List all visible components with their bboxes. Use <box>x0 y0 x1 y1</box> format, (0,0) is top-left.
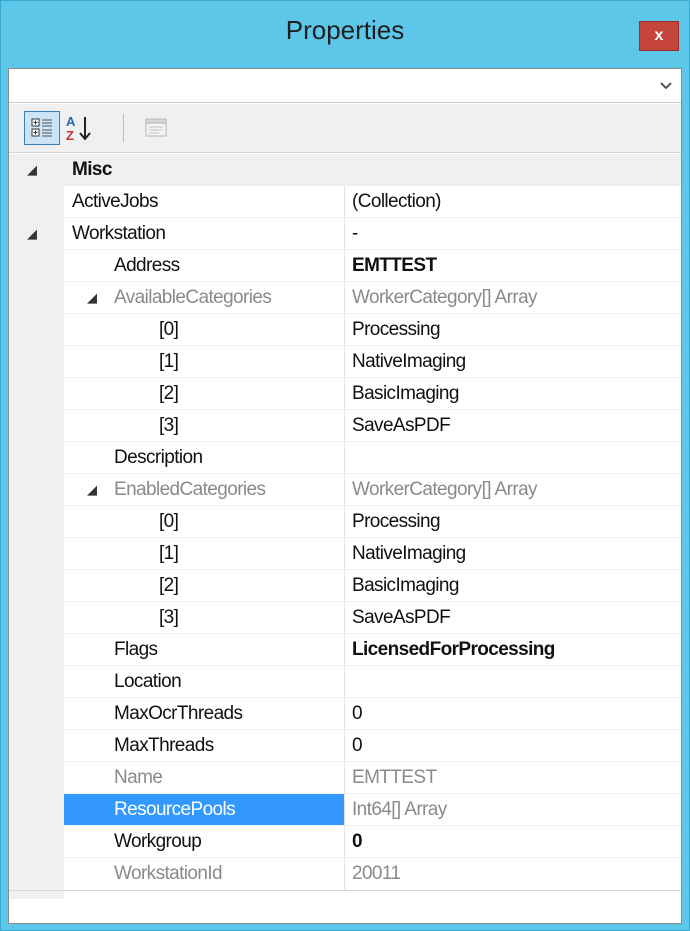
property-row[interactable]: Address EMTTEST <box>9 250 681 282</box>
property-value[interactable]: WorkerCategory[] Array <box>344 474 681 506</box>
property-row[interactable]: ◢ Workstation - <box>9 218 681 250</box>
property-name: Flags <box>114 639 158 660</box>
property-value[interactable]: 0 <box>344 698 681 730</box>
property-pages-icon <box>145 118 167 137</box>
object-selector-combo[interactable] <box>9 69 681 103</box>
array-item-row[interactable]: [0] Processing <box>9 506 681 538</box>
property-value[interactable]: NativeImaging <box>344 346 681 378</box>
property-row[interactable]: ◢ AvailableCategories WorkerCategory[] A… <box>9 282 681 314</box>
collapse-triangle-icon[interactable]: ◢ <box>27 218 37 250</box>
property-row[interactable]: Description <box>9 442 681 474</box>
property-value[interactable]: Processing <box>344 314 681 346</box>
window-title: Properties <box>285 15 405 45</box>
property-row[interactable]: Flags LicensedForProcessing <box>9 634 681 666</box>
property-name: [2] <box>159 575 179 596</box>
collapse-triangle-icon[interactable]: ◢ <box>27 154 37 186</box>
properties-panel: A Z ◢ Misc ActiveJobs (Collection) ◢ Wor… <box>8 68 682 924</box>
property-row[interactable]: Workgroup 0 <box>9 826 681 858</box>
property-name: [2] <box>159 383 179 404</box>
property-row[interactable]: Name EMTTEST <box>9 762 681 794</box>
property-grid: ◢ Misc ActiveJobs (Collection) ◢ Worksta… <box>9 154 681 899</box>
property-name: ActiveJobs <box>72 191 158 212</box>
property-value[interactable]: 0 <box>344 730 681 762</box>
array-item-row[interactable]: [3] SaveAsPDF <box>9 410 681 442</box>
property-name: [3] <box>159 415 179 436</box>
property-value[interactable]: LicensedForProcessing <box>344 634 681 666</box>
property-name: Misc <box>72 159 112 180</box>
sort-az-icon: A Z <box>66 114 91 143</box>
close-button[interactable]: x <box>639 21 679 51</box>
chevron-down-icon[interactable] <box>659 75 673 95</box>
toolbar: A Z <box>9 104 681 153</box>
property-value[interactable]: - <box>344 218 681 250</box>
property-value[interactable]: SaveAsPDF <box>344 410 681 442</box>
property-row[interactable]: ActiveJobs (Collection) <box>9 186 681 218</box>
categorized-button[interactable] <box>24 111 60 145</box>
toolbar-separator <box>123 114 124 142</box>
property-value[interactable]: EMTTEST <box>344 762 681 794</box>
array-item-row[interactable]: [2] BasicImaging <box>9 378 681 410</box>
property-name: [0] <box>159 511 179 532</box>
property-name: Description <box>114 447 203 468</box>
property-name: ResourcePools <box>114 799 236 820</box>
property-value[interactable]: EMTTEST <box>344 250 681 282</box>
property-name: [0] <box>159 319 179 340</box>
property-name: Location <box>114 671 182 692</box>
property-row[interactable]: Location <box>9 666 681 698</box>
categorized-icon <box>31 118 52 137</box>
property-row-selected[interactable]: ResourcePools Int64[] Array <box>9 794 681 826</box>
grid-divider <box>9 890 681 891</box>
property-name: Address <box>114 255 180 276</box>
property-row[interactable]: MaxThreads 0 <box>9 730 681 762</box>
svg-text:Z: Z <box>66 128 74 143</box>
property-pages-button[interactable] <box>139 111 175 145</box>
alphabetical-button[interactable]: A Z <box>61 111 97 145</box>
property-value[interactable]: Int64[] Array <box>344 794 681 826</box>
array-item-row[interactable]: [2] BasicImaging <box>9 570 681 602</box>
property-name: Workstation <box>72 223 166 244</box>
property-name: [1] <box>159 543 179 564</box>
property-name: Name <box>114 767 163 788</box>
property-row[interactable]: WorkstationId 20011 <box>9 858 681 890</box>
property-row[interactable]: MaxOcrThreads 0 <box>9 698 681 730</box>
property-value[interactable]: 20011 <box>344 858 681 890</box>
collapse-triangle-icon[interactable]: ◢ <box>87 282 97 314</box>
property-value[interactable]: (Collection) <box>344 186 681 218</box>
property-value[interactable] <box>344 442 681 474</box>
collapse-triangle-icon[interactable]: ◢ <box>87 474 97 506</box>
property-value[interactable]: 0 <box>344 826 681 858</box>
property-row[interactable]: ◢ EnabledCategories WorkerCategory[] Arr… <box>9 474 681 506</box>
array-item-row[interactable]: [3] SaveAsPDF <box>9 602 681 634</box>
array-item-row[interactable]: [1] NativeImaging <box>9 538 681 570</box>
category-row-misc[interactable]: ◢ Misc <box>9 154 681 186</box>
svg-text:A: A <box>66 114 76 129</box>
property-value[interactable] <box>344 666 681 698</box>
property-name: [1] <box>159 351 179 372</box>
array-item-row[interactable]: [0] Processing <box>9 314 681 346</box>
property-value[interactable]: WorkerCategory[] Array <box>344 282 681 314</box>
property-value[interactable]: NativeImaging <box>344 538 681 570</box>
property-value[interactable]: BasicImaging <box>344 378 681 410</box>
property-value[interactable]: Processing <box>344 506 681 538</box>
property-name: MaxThreads <box>114 735 214 756</box>
properties-window: Properties x A Z ◢ Misc ActiveJobs (Coll… <box>0 0 690 931</box>
array-item-row[interactable]: [1] NativeImaging <box>9 346 681 378</box>
property-name: EnabledCategories <box>114 479 266 500</box>
property-value[interactable]: BasicImaging <box>344 570 681 602</box>
property-name: Workgroup <box>114 831 202 852</box>
title-bar[interactable]: Properties x <box>1 1 689 61</box>
property-value[interactable]: SaveAsPDF <box>344 602 681 634</box>
property-name: MaxOcrThreads <box>114 703 243 724</box>
property-name: AvailableCategories <box>114 287 272 308</box>
property-name: WorkstationId <box>114 863 223 884</box>
property-name: [3] <box>159 607 179 628</box>
